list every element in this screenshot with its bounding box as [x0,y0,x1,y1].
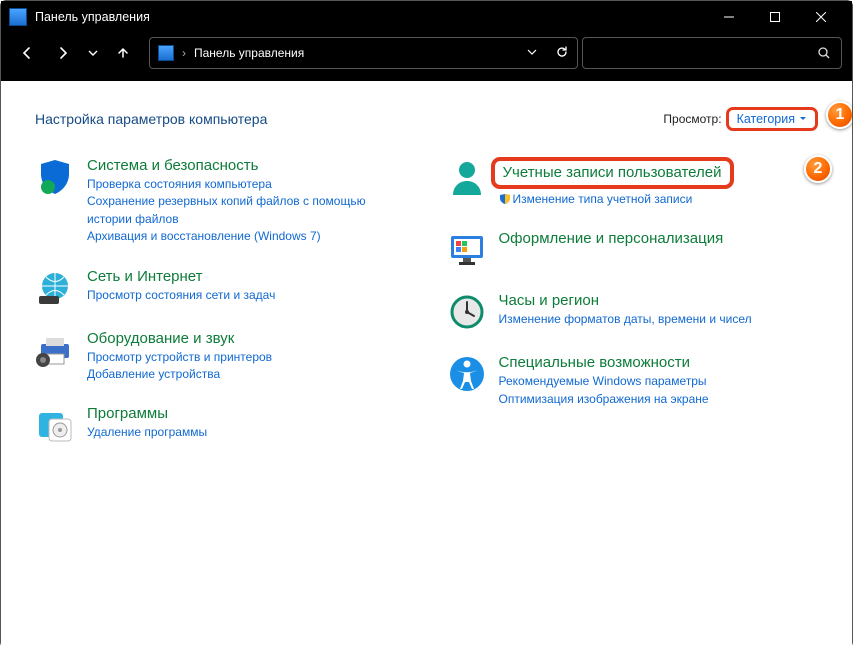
programs-icon [35,405,75,445]
forward-button[interactable] [47,37,79,69]
window-title: Панель управления [35,10,706,24]
category-title[interactable]: Оформление и персонализация [499,230,819,247]
category-link[interactable]: Просмотр состояния сети и задач [87,287,407,304]
up-button[interactable] [107,37,139,69]
printer-icon [35,330,75,370]
navbar: › Панель управления [1,33,852,81]
view-by-control: Просмотр: Категория 1 [663,107,818,131]
category-user-accounts[interactable]: Учетные записи пользователей Изменение т… [447,157,819,208]
view-by-value: Категория [737,112,795,126]
category-link[interactable]: Удаление программы [87,424,407,441]
category-title[interactable]: Специальные возможности [499,354,819,371]
category-link[interactable]: Архивация и восстановление (Windows 7) [87,228,407,245]
category-system-security[interactable]: Система и безопасность Проверка состояни… [35,157,407,246]
search-icon [817,46,831,60]
titlebar: Панель управления [1,1,852,33]
content-area: Настройка параметров компьютера Просмотр… [1,81,852,649]
category-link[interactable]: Сохранение резервных копий файлов с помо… [87,193,407,228]
category-link[interactable]: Рекомендуемые Windows параметры [499,373,819,390]
category-title[interactable]: Система и безопасность [87,157,407,174]
annotation-marker-1: 1 [826,101,852,129]
breadcrumb-sep: › [182,46,186,60]
back-button[interactable] [11,37,43,69]
search-input[interactable] [582,37,842,69]
category-link[interactable]: Добавление устройства [87,366,407,383]
category-title[interactable]: Программы [87,405,407,422]
breadcrumb-label[interactable]: Панель управления [194,46,304,60]
category-title[interactable]: Сеть и Интернет [87,268,407,285]
category-title[interactable]: Учетные записи пользователей [491,157,734,189]
view-by-label: Просмотр: [663,112,721,126]
globe-icon [35,268,75,308]
refresh-button[interactable] [555,45,569,62]
address-bar[interactable]: › Панель управления [149,37,578,69]
chevron-down-icon [799,115,807,123]
monitor-icon [447,230,487,270]
category-link[interactable]: Оптимизация изображения на экране [499,391,819,408]
category-link[interactable]: Проверка состояния компьютера [87,176,407,193]
category-appearance[interactable]: Оформление и персонализация [447,230,819,270]
minimize-button[interactable] [706,1,752,33]
category-link[interactable]: Изменение форматов даты, времени и чисел [499,311,819,328]
category-programs[interactable]: Программы Удаление программы [35,405,407,445]
category-link[interactable]: Просмотр устройств и принтеров [87,349,407,366]
clock-icon [447,292,487,332]
recent-dropdown[interactable] [83,37,103,69]
control-panel-icon [9,8,27,26]
address-dropdown-icon[interactable] [527,46,537,60]
page-heading: Настройка параметров компьютера [35,111,267,127]
category-network[interactable]: Сеть и Интернет Просмотр состояния сети … [35,268,407,308]
breadcrumb-icon [158,45,174,61]
shield-icon [35,157,75,197]
category-link[interactable]: Изменение типа учетной записи [499,191,819,208]
category-clock-region[interactable]: Часы и регион Изменение форматов даты, в… [447,292,819,332]
annotation-marker-2: 2 [804,155,832,183]
category-title[interactable]: Оборудование и звук [87,330,407,347]
user-icon [447,157,487,197]
uac-shield-icon [499,193,511,205]
category-hardware[interactable]: Оборудование и звук Просмотр устройств и… [35,330,407,384]
category-ease-of-access[interactable]: Специальные возможности Рекомендуемые Wi… [447,354,819,408]
maximize-button[interactable] [752,1,798,33]
accessibility-icon [447,354,487,394]
category-title[interactable]: Часы и регион [499,292,819,309]
view-by-dropdown[interactable]: Категория [726,107,818,131]
close-button[interactable] [798,1,844,33]
